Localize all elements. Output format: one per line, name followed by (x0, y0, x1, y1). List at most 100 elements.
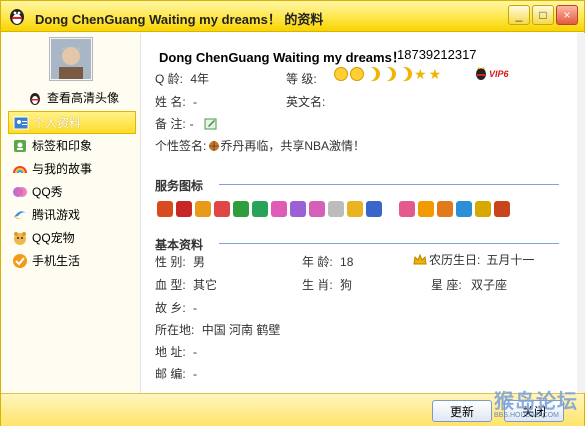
vip-badge[interactable]: VIP6 (474, 67, 509, 81)
close-window-button[interactable]: × (556, 5, 578, 25)
name-label: 姓 名: (155, 95, 186, 109)
q-age-row: Q 龄: 4年 (155, 70, 209, 87)
gender-value: 男 (193, 255, 206, 269)
gender-row: 性 别: 男 (155, 253, 205, 270)
sidebar: 查看高清头像 个人资料 标签和印象 与我的故事 QQ秀 腾讯游戏 QQ宠物 手机… (1, 33, 139, 393)
gender-label: 性 别: (155, 255, 186, 269)
sidebar-item-tags[interactable]: 标签和印象 (8, 134, 136, 157)
location-row: 所在地: 中国 河南 鹤壁 (155, 321, 280, 338)
service-icon[interactable] (366, 201, 382, 217)
constellation-value: 双子座 (471, 278, 508, 292)
basketball-icon (208, 140, 220, 152)
sidebar-item-label: QQ宠物 (32, 231, 75, 245)
sidebar-item-label: 腾讯游戏 (32, 208, 81, 222)
hometown-label: 故 乡: (155, 301, 186, 315)
rainbow-icon (12, 161, 28, 177)
service-icon[interactable] (290, 201, 306, 217)
service-icon[interactable] (347, 201, 363, 217)
blood-type-value: 其它 (193, 278, 218, 292)
sidebar-item-games[interactable]: 腾讯游戏 (8, 203, 136, 226)
level-label-row: 等 级: (286, 70, 317, 87)
address-value: - (193, 345, 198, 359)
signature-row: 个性签名: 乔丹再临，共享NBA激情！ (155, 137, 365, 154)
avatar[interactable] (49, 37, 93, 81)
sidebar-item-mobile-life[interactable]: 手机生活 (8, 249, 136, 272)
service-icons (157, 201, 510, 217)
minimize-button[interactable]: _ (508, 5, 530, 25)
service-icon[interactable] (176, 201, 192, 217)
services-divider (219, 184, 559, 185)
service-icon[interactable] (399, 201, 415, 217)
postcode-row: 邮 编: - (155, 365, 197, 382)
sun-level-icon (334, 67, 348, 81)
service-icon[interactable] (456, 201, 472, 217)
qq-show-icon (12, 184, 28, 200)
sidebar-item-qq-show[interactable]: QQ秀 (8, 180, 136, 203)
basic-divider (219, 243, 559, 244)
service-icon[interactable] (157, 201, 173, 217)
sidebar-item-label: 手机生活 (32, 254, 81, 268)
service-icon[interactable] (195, 201, 211, 217)
service-icon[interactable] (214, 201, 230, 217)
view-hd-avatar-link[interactable]: 查看高清头像 (27, 89, 119, 106)
basic-section-title: 基本资料 (155, 238, 204, 252)
service-icon[interactable] (494, 201, 510, 217)
forum-watermark: 猴岛论坛 BBS.HOUDAO.COM (494, 385, 578, 419)
edit-remark-icon[interactable] (204, 117, 218, 131)
star-level-icon: ★ (414, 66, 427, 82)
refresh-button[interactable]: 更新 (432, 400, 492, 422)
moon-level-icon (366, 67, 380, 81)
age-row: 年 龄: 18 (302, 253, 353, 270)
sidebar-item-pet[interactable]: QQ宠物 (8, 226, 136, 249)
sidebar-item-personal-info[interactable]: 个人资料 (8, 111, 136, 134)
service-icon[interactable] (475, 201, 491, 217)
service-icon[interactable] (252, 201, 268, 217)
blood-type-label: 血 型: (155, 278, 186, 292)
sun-level-icon (350, 67, 364, 81)
star-level-icon: ★ (428, 66, 442, 82)
person-card-icon (13, 115, 29, 131)
location-value: 中国 河南 鹤壁 (201, 323, 281, 337)
services-section-title: 服务图标 (155, 179, 204, 193)
signature-label: 个性签名: (155, 139, 207, 153)
age-label: 年 龄: (302, 255, 333, 269)
zodiac-label: 生 肖: (302, 278, 333, 292)
mobile-life-icon (12, 253, 28, 269)
window-title: Dong ChenGuang Waiting my dreams！ 的资料 (35, 12, 324, 27)
hometown-value: - (193, 301, 198, 315)
level-label: 等 级: (286, 72, 317, 86)
blood-type-row: 血 型: 其它 (155, 276, 217, 293)
signature-value: 乔丹再临，共享NBA激情！ (220, 139, 366, 153)
hd-avatar-icon (30, 92, 40, 105)
sidebar-item-story[interactable]: 与我的故事 (8, 157, 136, 180)
postcode-value: - (193, 367, 198, 381)
service-icon[interactable] (309, 201, 325, 217)
lunar-birthday-row: 农历生日: 五月十一 (413, 251, 534, 268)
content-scrollbar[interactable] (577, 33, 585, 393)
service-icon[interactable] (437, 201, 453, 217)
postcode-label: 邮 编: (155, 367, 186, 381)
level-icons[interactable]: ★ ★ (334, 67, 441, 81)
sidebar-item-label: QQ秀 (32, 185, 63, 199)
qq-penguin-icon (10, 9, 24, 25)
tag-icon (12, 138, 28, 154)
q-age-label: Q 龄: (155, 72, 184, 86)
service-icon[interactable] (418, 201, 434, 217)
service-icon[interactable] (328, 201, 344, 217)
remark-row: 备 注: - (155, 115, 218, 132)
hometown-row: 故 乡: - (155, 299, 197, 316)
lunar-birthday-label: 农历生日: (429, 253, 481, 267)
sidebar-item-label: 标签和印象 (32, 139, 93, 153)
pet-icon (12, 230, 28, 246)
lunar-birthday-value: 五月十一 (486, 253, 535, 267)
remark-label: 备 注: (155, 117, 186, 131)
zodiac-row: 生 肖: 狗 (302, 276, 352, 293)
maximize-button[interactable]: □ (532, 5, 554, 25)
name-row: 姓 名: - (155, 93, 197, 110)
sidebar-item-label: 个人资料 (33, 116, 82, 130)
zodiac-value: 狗 (340, 278, 353, 292)
game-icon (12, 207, 28, 223)
service-icon[interactable] (233, 201, 249, 217)
title-bar[interactable]: Dong ChenGuang Waiting my dreams！ 的资料 _ … (1, 1, 584, 32)
service-icon[interactable] (271, 201, 287, 217)
